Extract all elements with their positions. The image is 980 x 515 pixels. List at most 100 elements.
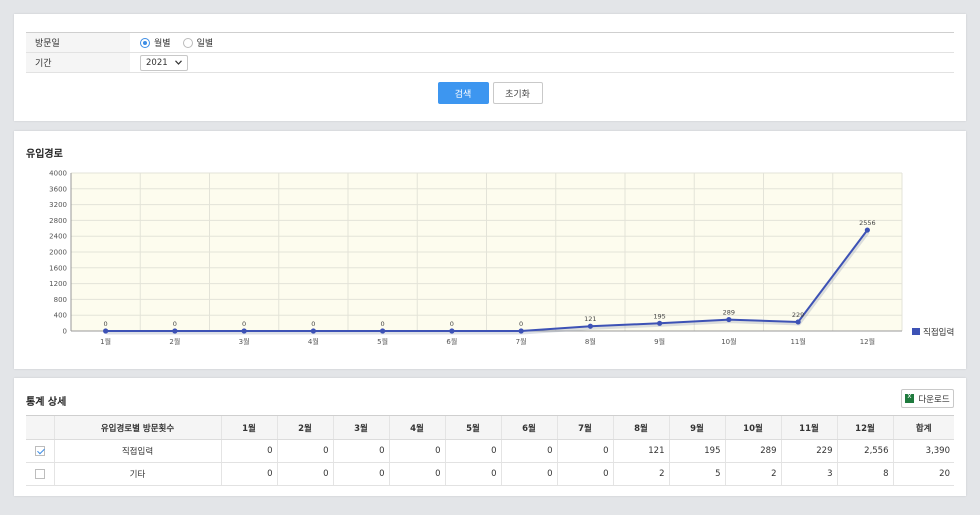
- data-point: [172, 328, 178, 334]
- header-checkbox-col: [26, 415, 54, 440]
- data-label: 2556: [859, 219, 876, 227]
- column-header: 12월: [836, 415, 893, 440]
- table-cell: 0: [500, 439, 557, 463]
- table-header-row: 유입경로별 방문횟수 1월 2월 3월 4월 5월 6월 7월 8월 9월 10월 11월 12월 합계: [26, 415, 954, 440]
- traffic-line-chart: 0 400 800 1200 1600 2000 2400 2800 3200 3600 4000 1…: [49, 170, 954, 347]
- year-select[interactable]: 2021: [140, 54, 188, 71]
- y-tick-label: 2400: [49, 233, 67, 241]
- column-header: 2월: [276, 415, 333, 440]
- table-cell: 0: [556, 439, 613, 463]
- radio-daily[interactable]: 일별: [182, 36, 214, 49]
- y-tick-label: 800: [54, 296, 67, 304]
- table-cell: 0: [556, 462, 613, 486]
- x-tick-label: 3월: [239, 337, 250, 346]
- table-cell: 5: [668, 462, 725, 486]
- table-cell: 0: [388, 439, 445, 463]
- data-label: 229: [792, 311, 804, 319]
- y-tick-label: 3600: [49, 185, 67, 193]
- y-tick-label: 0: [63, 328, 67, 336]
- detail-section-title: 통계 상세: [26, 397, 67, 408]
- radio-monthly[interactable]: 월별: [140, 36, 171, 49]
- download-label: 다운로드: [918, 394, 950, 405]
- x-tick-label: 11월: [790, 337, 805, 346]
- column-header: 합계: [892, 415, 954, 440]
- table-row: 직접입력 0 0 0 0 0 0 0 121 195 289 229 2,556 3,390: [26, 439, 954, 463]
- x-tick-label: 1월: [100, 337, 111, 346]
- data-point: [587, 323, 593, 329]
- data-label: 289: [723, 309, 735, 317]
- x-tick-label: 10월: [721, 337, 736, 346]
- excel-icon: [905, 392, 915, 403]
- table-cell: 0: [444, 439, 501, 463]
- visit-date-row: 방문일 월별 일별: [26, 33, 954, 53]
- column-header: 7월: [556, 415, 613, 440]
- row-checkbox[interactable]: [34, 468, 45, 479]
- table-cell: 0: [276, 462, 333, 486]
- row-checkbox[interactable]: [34, 445, 45, 456]
- data-point: [103, 328, 109, 334]
- table-cell: 3,390: [892, 439, 954, 463]
- data-label: 0: [104, 320, 108, 328]
- column-header: 11월: [780, 415, 837, 440]
- x-tick-label: 4월: [308, 337, 319, 346]
- column-header: 8월: [612, 415, 669, 440]
- column-header: 5월: [444, 415, 501, 440]
- column-header: 10월: [724, 415, 781, 440]
- y-tick-label: 400: [54, 312, 67, 320]
- search-button[interactable]: 검색: [437, 82, 489, 104]
- data-point: [449, 328, 455, 334]
- x-tick-label: 6월: [446, 337, 457, 346]
- table-cell: 0: [220, 439, 277, 463]
- download-button[interactable]: 다운로드: [901, 389, 954, 408]
- table-body: 직접입력 0 0 0 0 0 0 0 121 195 289 229 2,556 3,390 기타 0 0 0 0 0…: [26, 439, 954, 486]
- table-row: 기타 0 0 0 0 0 0 0 2 5 2 3 8 20: [26, 462, 954, 486]
- row-name: 직접입력: [53, 439, 221, 463]
- x-tick-label: 12월: [860, 337, 875, 346]
- data-point: [380, 328, 386, 334]
- data-label: 121: [584, 315, 596, 323]
- y-tick-label: 3200: [49, 201, 67, 209]
- x-tick-label: 2월: [169, 337, 180, 346]
- year-select-value: 2021: [146, 57, 168, 68]
- table-cell: 229: [780, 439, 837, 463]
- radio-daily-indicator[interactable]: [182, 37, 193, 48]
- radio-daily-label: 일별: [196, 39, 214, 49]
- table-cell: 0: [276, 439, 333, 463]
- radio-monthly-indicator[interactable]: [140, 37, 150, 48]
- data-point: [864, 227, 870, 233]
- data-label: 195: [653, 312, 665, 320]
- row-checkbox-cell: [26, 439, 54, 463]
- data-label: 0: [173, 320, 177, 328]
- y-tick-label: 1600: [49, 264, 67, 272]
- x-tick-label: 5월: [377, 337, 388, 346]
- y-tick-label: 2000: [49, 249, 67, 257]
- chart-panel: 유입경로 0 400 800 1200 1600 2000 2400 2800 3200 3600…: [14, 131, 966, 369]
- column-header: 4월: [388, 415, 445, 440]
- legend-label: 직접입력: [923, 327, 954, 338]
- data-point: [518, 328, 524, 334]
- x-tick-label: 9월: [654, 337, 665, 346]
- table-cell: 0: [220, 462, 277, 486]
- filter-panel: 방문일 월별 일별 기간 2021 검색 초기화: [14, 14, 966, 121]
- y-tick-label: 2800: [49, 217, 67, 225]
- data-point: [795, 319, 801, 325]
- filter-table: 방문일 월별 일별 기간 2021: [26, 32, 954, 73]
- column-header: 1월: [220, 415, 277, 440]
- table-cell: 0: [332, 439, 389, 463]
- y-tick-label: 4000: [49, 170, 67, 178]
- data-point: [241, 328, 247, 334]
- period-row: 기간 2021: [26, 53, 954, 73]
- y-tick-label: 1200: [49, 280, 67, 288]
- data-label: 0: [381, 320, 385, 328]
- data-label: 0: [311, 320, 315, 328]
- table-cell: 289: [724, 439, 781, 463]
- stats-table: 유입경로별 방문횟수 1월 2월 3월 4월 5월 6월 7월 8월 9월 10월 11월 12월 합계 …: [26, 415, 954, 486]
- data-label: 0: [450, 320, 454, 328]
- table-cell: 0: [500, 462, 557, 486]
- column-header: 6월: [500, 415, 557, 440]
- reset-button[interactable]: 초기화: [492, 82, 543, 104]
- table-cell: 2: [612, 462, 669, 486]
- x-tick-label: 8월: [585, 337, 596, 346]
- table-cell: 0: [332, 462, 389, 486]
- data-point: [310, 328, 316, 334]
